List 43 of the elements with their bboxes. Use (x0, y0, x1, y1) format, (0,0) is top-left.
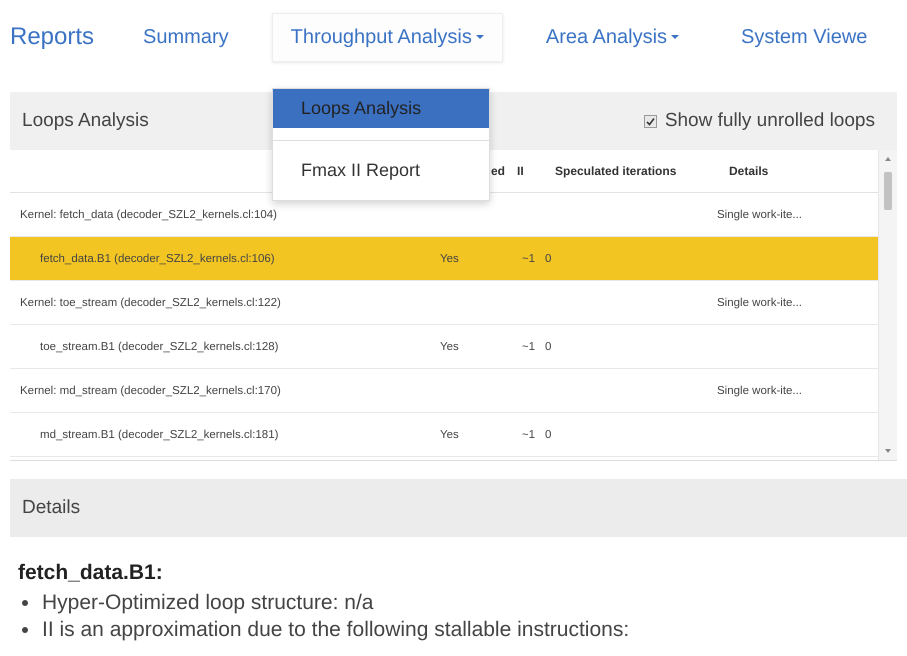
table-cell-text: Single work-ite... (717, 296, 804, 308)
detail-text: Hyper-Optimized loop structure: n/a (42, 590, 374, 614)
column-header: ed (490, 164, 505, 178)
menu-tab[interactable]: Throughput Analysis (272, 12, 503, 62)
table-cell-text: Yes (439, 252, 460, 264)
table-row[interactable]: toe_stream.B1 (decoder_SZL2_kernels.cl:128) Yes ~1 0 (10, 325, 878, 369)
table-cell-text: ~1 (520, 428, 536, 440)
bullet-icon (22, 626, 28, 632)
table-row[interactable]: Kernel: md_stream (decoder_SZL2_kernels.cl:170) Single work-ite... (10, 369, 878, 413)
unrolled-checkbox[interactable]: Show fully unrolled loops (644, 110, 875, 132)
menu-item[interactable]: Fmax II Report (273, 151, 489, 190)
bullet-icon (22, 600, 28, 606)
table-row[interactable]: Kernel: toe_stream (decoder_SZL2_kernels.cl:122) Single work-ite... (10, 281, 878, 325)
table-cell-text: Single work-ite... (717, 384, 804, 396)
column-header: Details (728, 164, 770, 178)
nav-tab[interactable]: Summary (124, 12, 248, 62)
table-cell-text: Yes (439, 428, 460, 440)
detail-heading: fetch_data.B1: (18, 561, 164, 585)
detail-text: II is an approximation due to the following stallable instructions: (42, 618, 630, 642)
table-cell-text: Single work-ite... (717, 208, 804, 220)
loop-name-cell-text: md_stream.B1 (decoder_SZL2_kernels.cl:181) (39, 428, 280, 440)
table-cell-text: 0 (544, 428, 552, 440)
brand-title[interactable]: Reports (10, 23, 94, 51)
nav-tab[interactable]: System Viewe (722, 12, 886, 62)
table-cell-text: ~1 (520, 340, 536, 352)
table-row[interactable]: md_stream.B1 (decoder_SZL2_kernels.cl:181) Yes ~1 0 (10, 413, 878, 457)
menu-tab[interactable]: Area Analysis (526, 12, 698, 62)
table-cell-text: Yes (439, 340, 460, 352)
scrollbar[interactable] (878, 150, 897, 460)
table-cell-text: 0 (544, 252, 552, 264)
column-header: Speculated iterations (554, 164, 678, 178)
loop-name-cell-text: toe_stream.B1 (decoder_SZL2_kernels.cl:128) (39, 340, 280, 352)
loop-name-cell-text: fetch_data.B1 (decoder_SZL2_kernels.cl:106) (39, 252, 276, 264)
checkbox[interactable] (644, 114, 657, 128)
table-cell-text: ~1 (520, 252, 536, 264)
loop-name-cell-text: Kernel: toe_stream (decoder_SZL2_kernels.cl:122) (19, 296, 282, 308)
panel-title: Details (22, 497, 80, 519)
loop-name-cell-text: Kernel: fetch_data (decoder_SZL2_kernels.cl:104) (19, 208, 278, 220)
loop-name-cell-text: Kernel: md_stream (decoder_SZL2_kernels.cl:170) (19, 384, 282, 396)
panel-title: Loops Analysis (22, 110, 149, 132)
selected-table-row[interactable]: fetch_data.B1 (decoder_SZL2_kernels.cl:106) Yes ~1 0 (10, 237, 878, 281)
column-header: II (516, 164, 525, 178)
table-cell-text: 0 (544, 340, 552, 352)
